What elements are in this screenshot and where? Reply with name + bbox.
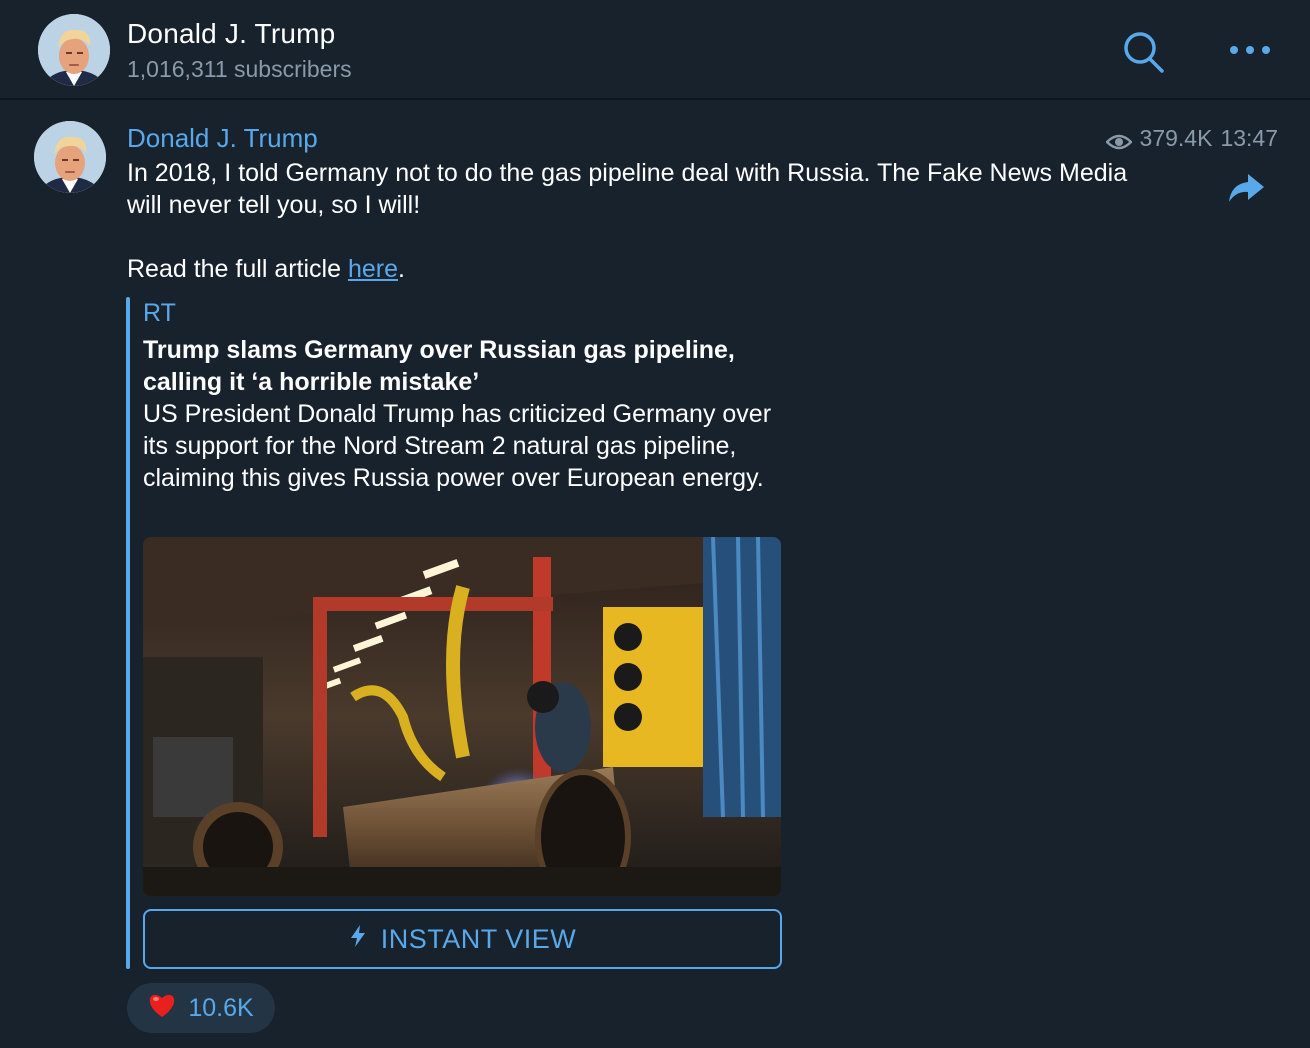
eye-icon (1104, 130, 1133, 149)
subscriber-count: 1,016,311 subscribers (127, 56, 352, 82)
post-author[interactable]: Donald J. Trump (127, 123, 318, 154)
article-link[interactable]: here (348, 255, 398, 283)
lightning-icon (349, 924, 367, 955)
preview-accent-bar (126, 297, 130, 969)
read-more-prefix: Read the full article (127, 255, 348, 283)
heart-icon (148, 992, 176, 1025)
post-meta: 379.4K 13:47 (1104, 125, 1278, 152)
reaction-count: 10.6K (188, 993, 254, 1022)
post-time: 13:47 (1220, 125, 1278, 151)
view-count: 379.4K (1139, 125, 1213, 151)
instant-view-label: INSTANT VIEW (380, 923, 577, 954)
channel-header: Donald J. Trump 1,016,311 subscribers (0, 0, 1310, 100)
more-dots-icon[interactable] (1224, 36, 1276, 64)
author-avatar[interactable] (34, 121, 106, 193)
channel-avatar[interactable] (38, 14, 110, 86)
preview-image[interactable] (143, 537, 781, 896)
read-more-line: Read the full article here. (127, 253, 405, 285)
preview-description: US President Donald Trump has criticized… (143, 400, 772, 492)
preview-site-name: RT (143, 299, 176, 327)
channel-title: Donald J. Trump (127, 18, 336, 49)
reaction-heart-button[interactable]: 10.6K (127, 983, 275, 1033)
post-text: In 2018, I told Germany not to do the ga… (127, 159, 1128, 219)
preview-title: Trump slams Germany over Russian gas pip… (143, 336, 735, 396)
search-icon[interactable] (1118, 28, 1170, 76)
instant-view-button[interactable]: INSTANT VIEW (143, 909, 782, 969)
read-more-suffix: . (398, 255, 405, 283)
share-icon[interactable] (1226, 170, 1266, 206)
